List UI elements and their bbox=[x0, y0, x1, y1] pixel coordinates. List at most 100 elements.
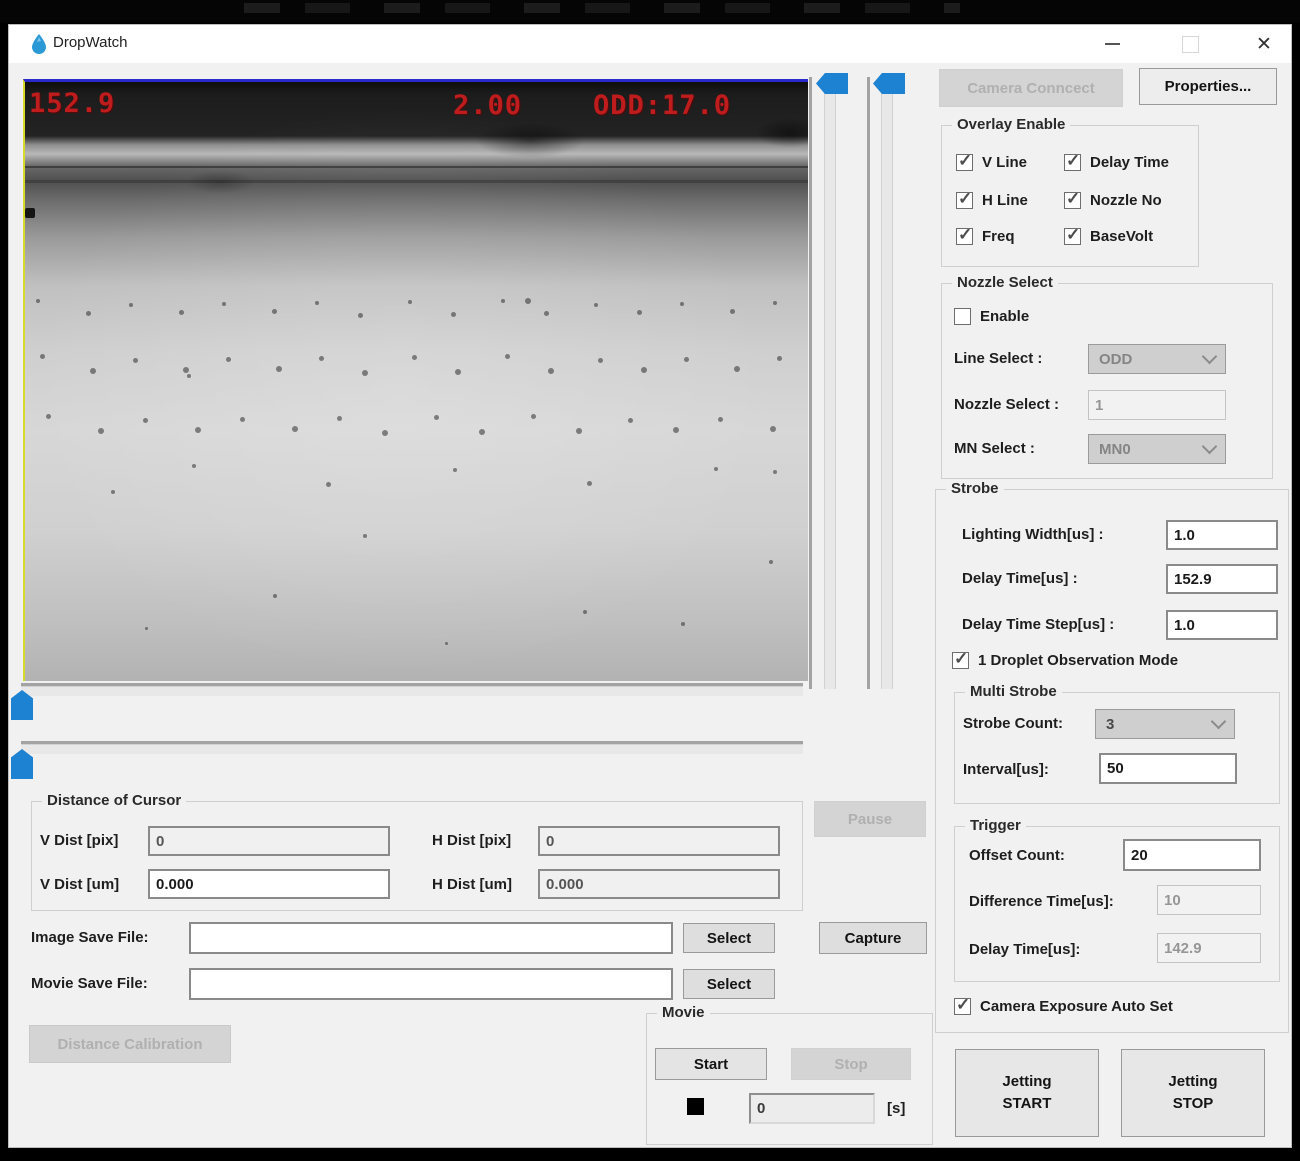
image-select-button[interactable]: Select bbox=[683, 923, 775, 953]
strobe-count-label: Strobe Count: bbox=[963, 715, 1063, 732]
checkbox-delay-time[interactable]: Delay Time bbox=[1064, 154, 1169, 171]
mn-select-value: MN0 bbox=[1099, 441, 1131, 458]
camera-exposure-checkbox-icon[interactable] bbox=[954, 998, 971, 1015]
close-button[interactable]: ✕ bbox=[1241, 25, 1287, 63]
movie-time-field bbox=[749, 1093, 875, 1124]
v-dist-um-field[interactable] bbox=[148, 869, 390, 899]
chevron-down-icon bbox=[1211, 714, 1227, 730]
checkbox-basevolt[interactable]: BaseVolt bbox=[1064, 228, 1153, 245]
properties-button[interactable]: Properties... bbox=[1139, 68, 1277, 105]
jetting-start-button[interactable]: Jetting START bbox=[955, 1049, 1099, 1137]
checkbox-freq[interactable]: Freq bbox=[956, 228, 1015, 245]
overlay-delay-time: 152.9 bbox=[29, 88, 115, 119]
v-slider1-groove[interactable] bbox=[824, 77, 836, 689]
trigger-delay-time-field bbox=[1157, 933, 1261, 963]
v-slider2-track[interactable] bbox=[867, 77, 870, 689]
image-save-file-field[interactable] bbox=[189, 922, 673, 954]
delay-time-step-label: Delay Time Step[us] : bbox=[962, 616, 1114, 633]
trigger-group: Trigger Offset Count: Difference Time[us… bbox=[954, 826, 1280, 982]
nozzle-select-label: Nozzle Select : bbox=[954, 396, 1059, 413]
movie-stop-button: Stop bbox=[791, 1048, 911, 1080]
v-line-checkbox-icon[interactable] bbox=[956, 154, 973, 171]
movie-group: Movie Start Stop [s] bbox=[646, 1013, 933, 1145]
lighting-width-label: Lighting Width[us] : bbox=[962, 526, 1103, 543]
pause-button: Pause bbox=[814, 801, 926, 837]
h-slider2-groove[interactable] bbox=[21, 744, 803, 754]
line-select-dropdown: ODD bbox=[1088, 344, 1226, 374]
v-dist-um-label: V Dist [um] bbox=[40, 876, 119, 893]
nozzle-select-group: Nozzle Select Enable Line Select : ODD N… bbox=[941, 283, 1273, 479]
v-slider1-track[interactable] bbox=[809, 77, 812, 689]
camera-view[interactable]: 152.9 2.00 ODD:17.0 bbox=[23, 79, 808, 681]
droplet-mode-checkbox-icon[interactable] bbox=[952, 652, 969, 669]
interval-field[interactable] bbox=[1099, 753, 1237, 784]
difference-time-label: Difference Time[us]: bbox=[969, 893, 1114, 910]
v-slider2-handle[interactable] bbox=[873, 73, 905, 94]
checkbox-camera-exposure-auto-set[interactable]: Camera Exposure Auto Set bbox=[954, 998, 1173, 1015]
overlay-enable-title: Overlay Enable bbox=[952, 116, 1070, 133]
movie-save-file-label: Movie Save File: bbox=[31, 975, 148, 992]
jetting-stop-button[interactable]: Jetting STOP bbox=[1121, 1049, 1265, 1137]
h-slider1-groove[interactable] bbox=[21, 686, 803, 696]
checkbox-nozzle-no[interactable]: Nozzle No bbox=[1064, 192, 1162, 209]
movie-select-button[interactable]: Select bbox=[683, 969, 775, 999]
basevolt-checkbox-icon[interactable] bbox=[1064, 228, 1081, 245]
h-dist-pix-field bbox=[538, 826, 780, 856]
distance-of-cursor-title: Distance of Cursor bbox=[42, 792, 186, 809]
strobe-delay-time-label: Delay Time[us] : bbox=[962, 570, 1078, 587]
movie-save-file-field[interactable] bbox=[189, 968, 673, 1000]
checkbox-nozzle-enable[interactable]: Enable bbox=[954, 308, 1029, 325]
background-strip bbox=[0, 0, 1300, 23]
checkbox-h-line[interactable]: H Line bbox=[956, 192, 1028, 209]
close-icon: ✕ bbox=[1256, 33, 1272, 56]
multi-strobe-group: Multi Strobe Strobe Count: 3 Interval[us… bbox=[954, 692, 1280, 804]
movie-unit-label: [s] bbox=[887, 1100, 905, 1117]
strobe-title: Strobe bbox=[946, 480, 1004, 497]
h-line-checkbox-icon[interactable] bbox=[956, 192, 973, 209]
delay-time-step-field[interactable] bbox=[1166, 610, 1278, 640]
v-dist-pix-label: V Dist [pix] bbox=[40, 832, 118, 849]
screen: { "window": { "title": "DropWatch" }, "i… bbox=[0, 0, 1300, 1161]
line-select-label: Line Select : bbox=[954, 350, 1042, 367]
background-artifacts bbox=[210, 3, 960, 13]
minimize-icon bbox=[1105, 43, 1120, 45]
mn-select-dropdown: MN0 bbox=[1088, 434, 1226, 464]
camera-connect-button: Camera Conncect bbox=[939, 69, 1123, 107]
overlay-enable-group: Overlay Enable V Line Delay Time H Line … bbox=[941, 125, 1199, 267]
line-select-value: ODD bbox=[1099, 351, 1132, 368]
v-dist-pix-field bbox=[148, 826, 390, 856]
freq-checkbox-icon[interactable] bbox=[956, 228, 973, 245]
overlay-freq: 2.00 bbox=[453, 90, 522, 121]
v-slider2-groove[interactable] bbox=[881, 77, 893, 689]
overlay-nozzle-no: ODD:17.0 bbox=[593, 90, 731, 121]
multi-strobe-title: Multi Strobe bbox=[965, 683, 1062, 700]
checkbox-v-line[interactable]: V Line bbox=[956, 154, 1027, 171]
trigger-delay-time-label: Delay Time[us]: bbox=[969, 941, 1080, 958]
lighting-width-field[interactable] bbox=[1166, 520, 1278, 550]
nozzle-enable-checkbox-icon[interactable] bbox=[954, 308, 971, 325]
record-stop-icon bbox=[687, 1098, 704, 1115]
distance-calibration-button: Distance Calibration bbox=[29, 1025, 231, 1063]
title-bar[interactable]: DropWatch ✕ bbox=[9, 25, 1291, 63]
distance-of-cursor-group: Distance of Cursor V Dist [pix] H Dist [… bbox=[31, 801, 803, 911]
delay-time-checkbox-icon[interactable] bbox=[1064, 154, 1081, 171]
v-slider1-handle[interactable] bbox=[816, 73, 848, 94]
maximize-button[interactable] bbox=[1167, 25, 1213, 63]
minimize-button[interactable] bbox=[1089, 25, 1135, 63]
offset-count-field[interactable] bbox=[1123, 839, 1261, 871]
nozzle-select-title: Nozzle Select bbox=[952, 274, 1058, 291]
strobe-delay-time-field[interactable] bbox=[1166, 564, 1278, 594]
strobe-count-value: 3 bbox=[1106, 716, 1114, 733]
droplet-dots-layer bbox=[25, 82, 808, 681]
h-dist-pix-label: H Dist [pix] bbox=[432, 832, 511, 849]
checkbox-droplet-observation-mode[interactable]: 1 Droplet Observation Mode bbox=[952, 652, 1178, 669]
nozzle-no-checkbox-icon[interactable] bbox=[1064, 192, 1081, 209]
difference-time-field bbox=[1157, 885, 1261, 915]
movie-start-button[interactable]: Start bbox=[655, 1048, 767, 1080]
movie-group-title: Movie bbox=[657, 1004, 710, 1021]
interval-label: Interval[us]: bbox=[963, 761, 1049, 778]
mn-select-label: MN Select : bbox=[954, 440, 1035, 457]
maximize-icon bbox=[1182, 36, 1199, 53]
offset-count-label: Offset Count: bbox=[969, 847, 1065, 864]
capture-button[interactable]: Capture bbox=[819, 922, 927, 954]
